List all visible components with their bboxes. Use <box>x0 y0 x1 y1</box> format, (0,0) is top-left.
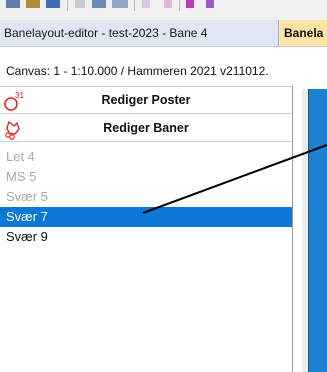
toolbar-separator <box>67 0 68 11</box>
course-item-svaer-7[interactable]: Svær 7 <box>0 207 292 227</box>
toolbar <box>0 0 327 20</box>
edit-courses-button[interactable]: Rediger Baner <box>0 115 292 142</box>
toolbar-icon[interactable] <box>142 0 150 8</box>
course-item-let-4[interactable]: Let 4 <box>0 147 292 167</box>
toolbar-icon[interactable] <box>6 0 20 8</box>
edit-posts-button[interactable]: 31 Rediger Poster <box>0 87 292 114</box>
edit-courses-label: Rediger Baner <box>103 121 189 135</box>
map-view[interactable] <box>293 86 327 372</box>
tab-banelayout[interactable]: Banela <box>280 20 327 46</box>
course-item-svaer-5[interactable]: Svær 5 <box>0 187 292 207</box>
toolbar-icon[interactable] <box>206 0 214 8</box>
map-water <box>309 89 327 372</box>
toolbar-icon[interactable] <box>92 0 106 8</box>
toolbar-icon[interactable] <box>186 0 194 8</box>
course-item-svaer-9[interactable]: Svær 9 <box>0 227 292 247</box>
toolbar-icon[interactable] <box>75 0 85 8</box>
tab-strip: Banelayout-editor - test-2023 - Bane 4 B… <box>0 20 327 47</box>
canvas-info-text: Canvas: 1 - 1:10.000 / Hammeren 2021 v21… <box>6 64 269 78</box>
toolbar-icon[interactable] <box>164 0 172 8</box>
canvas-info-bar: Canvas: 1 - 1:10.000 / Hammeren 2021 v21… <box>0 48 327 86</box>
toolbar-separator <box>179 0 180 11</box>
edit-posts-label: Rediger Poster <box>101 93 191 107</box>
toolbar-icon[interactable] <box>26 0 40 8</box>
course-item-ms-5[interactable]: MS 5 <box>0 167 292 187</box>
course-panel: 31 Rediger Poster Rediger Baner Let 4 MS… <box>0 86 293 372</box>
toolbar-icon[interactable] <box>112 0 128 8</box>
tab-banelayout-editor[interactable]: Banelayout-editor - test-2023 - Bane 4 <box>0 20 279 46</box>
toolbar-separator <box>134 0 135 11</box>
toolbar-icon[interactable] <box>46 0 60 8</box>
